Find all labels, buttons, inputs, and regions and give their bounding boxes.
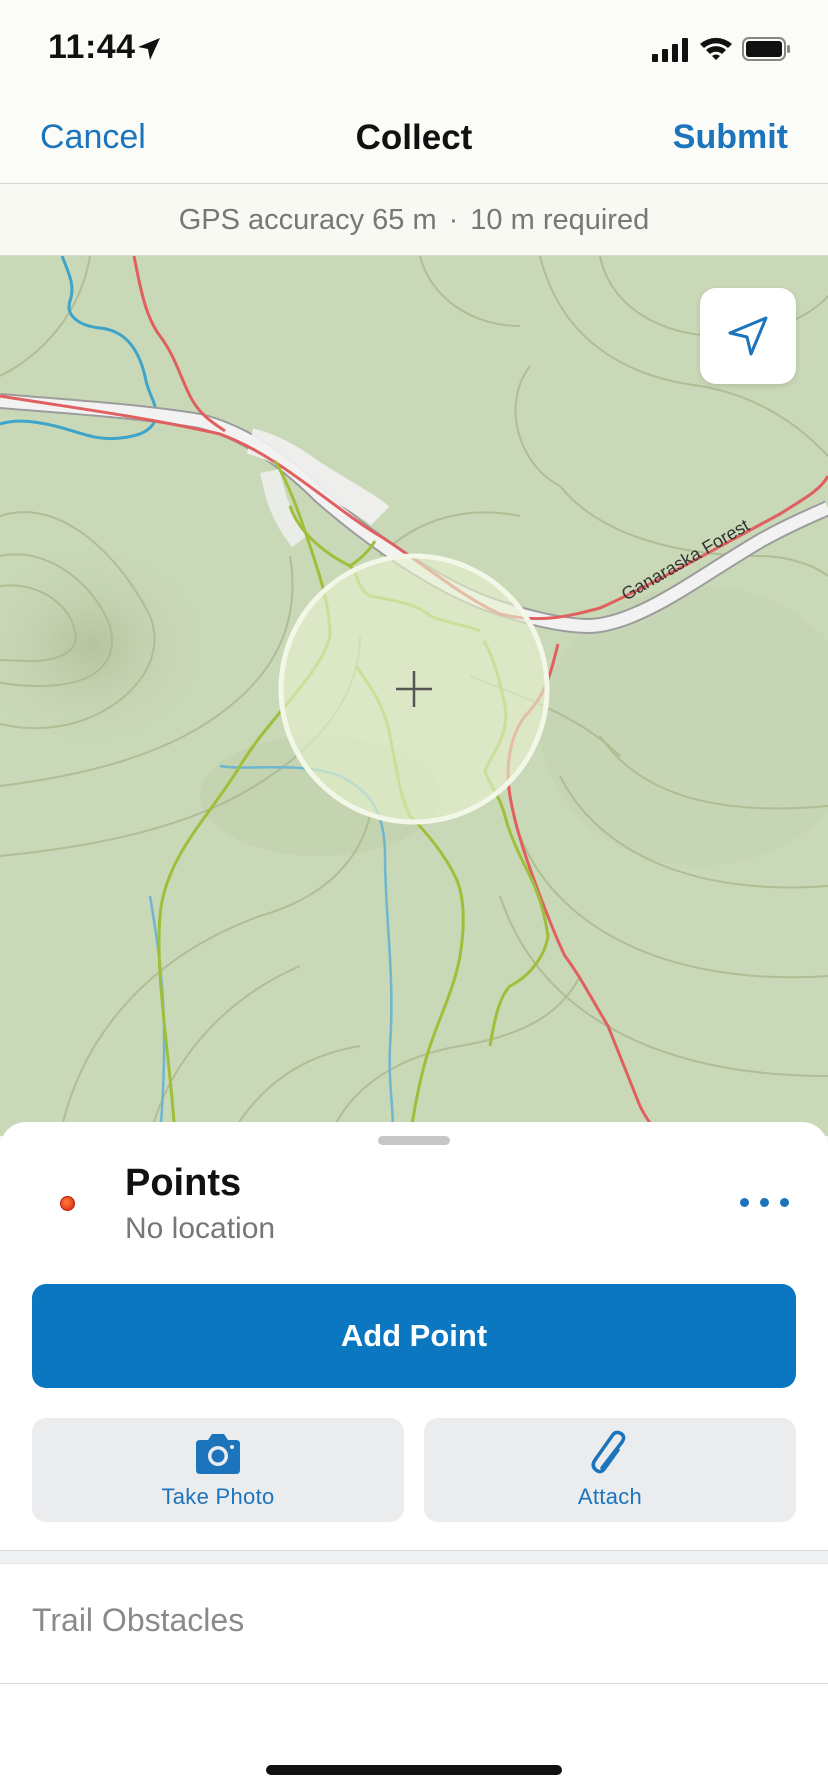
home-indicator [266, 1765, 562, 1775]
battery-icon [742, 37, 790, 61]
take-photo-label: Take Photo [161, 1484, 275, 1509]
location-arrow-icon [138, 38, 160, 60]
add-point-button[interactable]: Add Point [32, 1284, 796, 1388]
field-label: Trail Obstacles [32, 1602, 245, 1638]
more-dot-icon [780, 1198, 789, 1207]
trail-obstacles-field[interactable]: Trail Obstacles [0, 1564, 828, 1684]
more-dot-icon [760, 1198, 769, 1207]
signal-icon [652, 38, 688, 62]
paperclip-icon [591, 1430, 626, 1474]
map-view[interactable]: Ganaraska Forest [0, 256, 828, 1136]
cancel-button[interactable]: Cancel [40, 118, 146, 157]
bottom-sheet: Points No location Add Point Take Photo … [0, 1122, 828, 1792]
gps-required-text: 10 m required [470, 204, 650, 236]
point-symbol-icon [60, 1196, 75, 1211]
status-time: 11:44 [48, 28, 136, 66]
topographic-map: Ganaraska Forest [0, 256, 828, 1136]
more-options-button[interactable] [740, 1192, 790, 1216]
attach-button[interactable]: Attach [424, 1418, 796, 1522]
status-bar: 11:44 [0, 0, 828, 96]
camera-icon [196, 1434, 240, 1474]
more-dot-icon [740, 1198, 749, 1207]
gps-accuracy-banner: GPS accuracy 65 m · 10 m required [0, 185, 828, 256]
wifi-icon [700, 37, 732, 60]
locate-me-button[interactable] [700, 288, 796, 384]
gps-accuracy-text: GPS accuracy 65 m [178, 204, 437, 236]
take-photo-button[interactable]: Take Photo [32, 1418, 404, 1522]
section-divider [0, 1550, 828, 1564]
submit-button[interactable]: Submit [673, 118, 788, 157]
navigation-arrow-icon [728, 316, 768, 356]
gps-separator: · [448, 204, 459, 236]
layer-location-status: No location [125, 1212, 276, 1245]
layer-title: Points [125, 1162, 242, 1204]
attach-label: Attach [577, 1484, 643, 1509]
sheet-grabber[interactable] [378, 1136, 450, 1145]
nav-bar: Cancel Collect Submit [0, 96, 828, 184]
